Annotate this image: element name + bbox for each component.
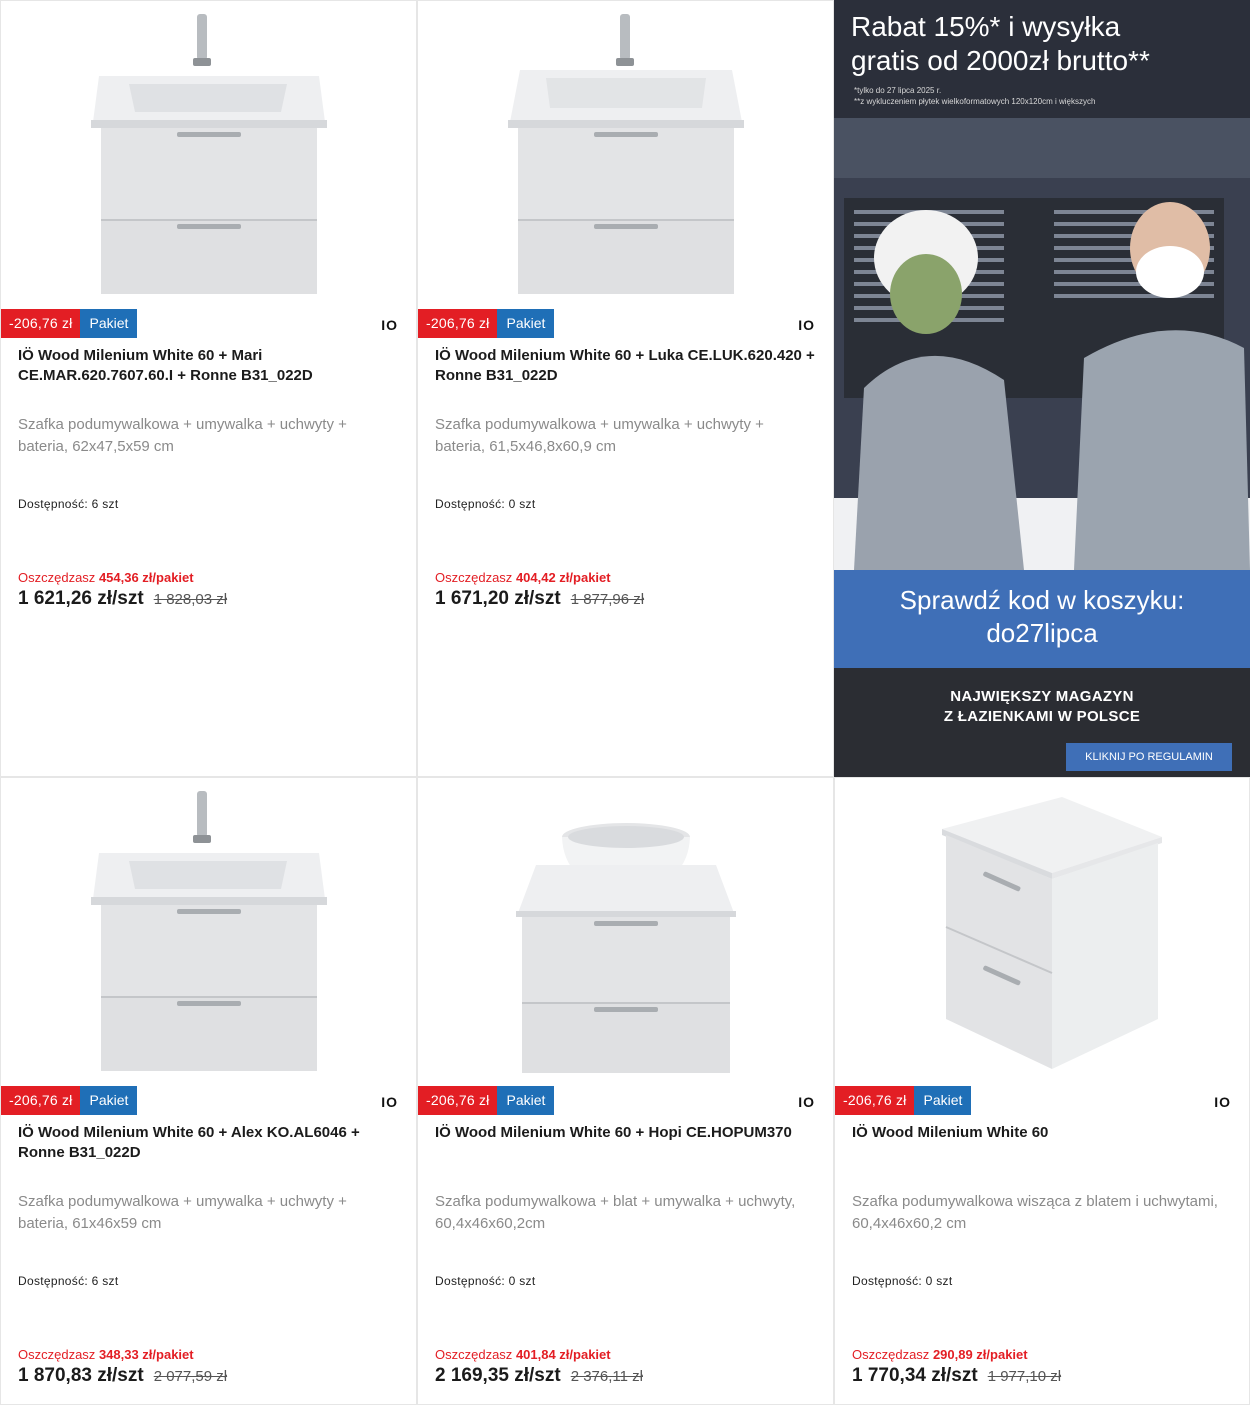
- product-title[interactable]: IÖ Wood Milenium White 60 + Luka CE.LUK.…: [435, 346, 817, 386]
- product-title[interactable]: IÖ Wood Milenium White 60 + Alex KO.AL60…: [18, 1123, 400, 1163]
- badges: -206,76 zł Pakiet: [418, 1086, 555, 1115]
- savings-label: Oszczędzasz: [435, 570, 513, 585]
- product-description: Szafka podumywalkowa + blat + umywalka +…: [435, 1193, 796, 1232]
- savings-value: 454,36 zł/pakiet: [98, 570, 194, 585]
- savings: Oszczędzasz 454,36 zł/pakiet: [18, 570, 194, 585]
- promo-footnote-1: *tylko do 27 lipca 2025 r.: [854, 86, 942, 95]
- price: 2 169,35 zł/szt: [435, 1365, 561, 1386]
- discount-badge: -206,76 zł: [418, 1086, 498, 1115]
- discount-badge: -206,76 zł: [1, 309, 81, 338]
- badges: -206,76 zł Pakiet: [1, 1086, 138, 1115]
- brand-logo: IO: [798, 1094, 815, 1110]
- product-description: Szafka podumywalkowa wisząca z blatem i …: [852, 1193, 1218, 1232]
- old-price: 1 977,10 zł: [987, 1368, 1062, 1385]
- badges: -206,76 zł Pakiet: [1, 309, 138, 338]
- brand-logo: IO: [798, 317, 815, 333]
- promo-code: do27lipca: [986, 618, 1098, 648]
- product-card[interactable]: -206,76 zł Pakiet IO IÖ Wood Milenium Wh…: [417, 0, 834, 777]
- savings: Oszczędzasz 348,33 zł/pakiet: [18, 1347, 194, 1362]
- vanity-sink-faucet-image: [90, 791, 327, 1071]
- brand-logo: IO: [381, 1094, 398, 1110]
- promo-headline-line2: gratis od 2000zł brutto**: [851, 45, 1150, 76]
- product-image[interactable]: [835, 778, 1249, 1086]
- price-row: 1 870,83 zł/szt 2 077,59 zł: [18, 1365, 227, 1387]
- promo-photo: [834, 118, 1250, 570]
- product-image[interactable]: [418, 1, 833, 309]
- availability: Dostępność: 0 szt: [435, 1274, 536, 1288]
- price-row: 1 621,26 zł/szt 1 828,03 zł: [18, 588, 227, 610]
- price-row: 1 671,20 zł/szt 1 877,96 zł: [435, 588, 644, 610]
- vanity-cabinet-image: [942, 797, 1162, 1069]
- availability: Dostępność: 6 szt: [18, 497, 119, 511]
- old-price: 1 877,96 zł: [570, 591, 645, 608]
- price: 1 671,20 zł/szt: [435, 588, 561, 609]
- price-row: 1 770,34 zł/szt 1 977,10 zł: [852, 1365, 1061, 1387]
- savings-value: 348,33 zł/pakiet: [98, 1347, 194, 1362]
- pakiet-badge: Pakiet: [80, 309, 138, 338]
- promo-header: Rabat 15%* i wysyłka gratis od 2000zł br…: [834, 0, 1250, 118]
- savings-label: Oszczędzasz: [435, 1347, 513, 1362]
- discount-badge: -206,76 zł: [1, 1086, 81, 1115]
- availability: Dostępność: 6 szt: [18, 1274, 119, 1288]
- product-image[interactable]: [1, 1, 416, 309]
- product-card[interactable]: -206,76 zł Pakiet IO IÖ Wood Milenium Wh…: [417, 777, 834, 1405]
- price-row: 2 169,35 zł/szt 2 376,11 zł: [435, 1365, 643, 1387]
- product-image[interactable]: [418, 778, 833, 1086]
- price: 1 770,34 zł/szt: [852, 1365, 978, 1386]
- availability: Dostępność: 0 szt: [435, 497, 536, 511]
- promo-footnote-2: **z wykluczeniem płytek wielkoformatowyc…: [854, 97, 1096, 106]
- savings-label: Oszczędzasz: [18, 570, 96, 585]
- old-price: 2 376,11 zł: [570, 1368, 643, 1385]
- availability: Dostępność: 0 szt: [852, 1274, 953, 1288]
- product-card[interactable]: -206,76 zł Pakiet IO IÖ Wood Milenium Wh…: [0, 777, 417, 1405]
- product-card[interactable]: -206,76 zł Pakiet IO IÖ Wood Milenium Wh…: [834, 777, 1250, 1405]
- promo-slogan-line1: NAJWIĘKSZY MAGAZYN: [950, 688, 1134, 705]
- price: 1 621,26 zł/szt: [18, 588, 144, 609]
- promo-code-label: Sprawdź kod w koszyku:: [899, 585, 1185, 615]
- pakiet-badge: Pakiet: [497, 1086, 555, 1115]
- product-grid: -206,76 zł Pakiet IO IÖ Wood Milenium Wh…: [0, 0, 1250, 1405]
- product-description: Szafka podumywalkowa + umywalka + uchwyt…: [435, 416, 764, 455]
- savings: Oszczędzasz 404,42 zł/pakiet: [435, 570, 611, 585]
- regulations-button[interactable]: KLIKNIJ PO REGULAMIN: [1066, 743, 1232, 771]
- pakiet-badge: Pakiet: [914, 1086, 972, 1115]
- promo-banner[interactable]: Rabat 15%* i wysyłka gratis od 2000zł br…: [834, 0, 1250, 777]
- brand-logo: IO: [381, 317, 398, 333]
- promo-slogan-line2: Z ŁAZIENKAMI W POLSCE: [943, 708, 1141, 725]
- vanity-sink-faucet-image: [507, 14, 744, 294]
- savings-value: 401,84 zł/pakiet: [515, 1347, 611, 1362]
- savings: Oszczędzasz 290,89 zł/pakiet: [852, 1347, 1028, 1362]
- discount-badge: -206,76 zł: [418, 309, 498, 338]
- brand-logo: IO: [1214, 1094, 1231, 1110]
- vanity-bowl-image: [515, 823, 736, 1073]
- product-card[interactable]: -206,76 zł Pakiet IO IÖ Wood Milenium Wh…: [0, 0, 417, 777]
- pakiet-badge: Pakiet: [80, 1086, 138, 1115]
- product-title[interactable]: IÖ Wood Milenium White 60 + Hopi CE.HOPU…: [435, 1123, 817, 1143]
- vanity-sink-faucet-image: [90, 14, 327, 294]
- savings: Oszczędzasz 401,84 zł/pakiet: [435, 1347, 611, 1362]
- product-image[interactable]: [1, 778, 416, 1086]
- pakiet-badge: Pakiet: [497, 309, 555, 338]
- product-description: Szafka podumywalkowa + umywalka + uchwyt…: [18, 1193, 347, 1232]
- discount-badge: -206,76 zł: [835, 1086, 915, 1115]
- badges: -206,76 zł Pakiet: [418, 309, 555, 338]
- savings-label: Oszczędzasz: [18, 1347, 96, 1362]
- old-price: 2 077,59 zł: [153, 1368, 228, 1385]
- price: 1 870,83 zł/szt: [18, 1365, 144, 1386]
- promo-code-box: Sprawdź kod w koszyku: do27lipca: [834, 570, 1250, 668]
- savings-label: Oszczędzasz: [852, 1347, 930, 1362]
- product-title[interactable]: IÖ Wood Milenium White 60 + Mari CE.MAR.…: [18, 346, 400, 386]
- product-title[interactable]: IÖ Wood Milenium White 60: [852, 1123, 1233, 1143]
- bathroom-couple-illustration: [834, 118, 1250, 570]
- promo-headline: Rabat 15%* i wysyłka gratis od 2000zł br…: [851, 10, 1240, 78]
- promo-footer: NAJWIĘKSZY MAGAZYN Z ŁAZIENKAMI W POLSCE…: [834, 668, 1250, 777]
- promo-headline-line1: Rabat 15%* i wysyłka: [851, 11, 1121, 42]
- product-description: Szafka podumywalkowa + umywalka + uchwyt…: [18, 416, 347, 455]
- old-price: 1 828,03 zł: [153, 591, 228, 608]
- promo-slogan: NAJWIĘKSZY MAGAZYN Z ŁAZIENKAMI W POLSCE: [834, 687, 1250, 727]
- badges: -206,76 zł Pakiet: [835, 1086, 972, 1115]
- savings-value: 404,42 zł/pakiet: [515, 570, 611, 585]
- savings-value: 290,89 zł/pakiet: [932, 1347, 1028, 1362]
